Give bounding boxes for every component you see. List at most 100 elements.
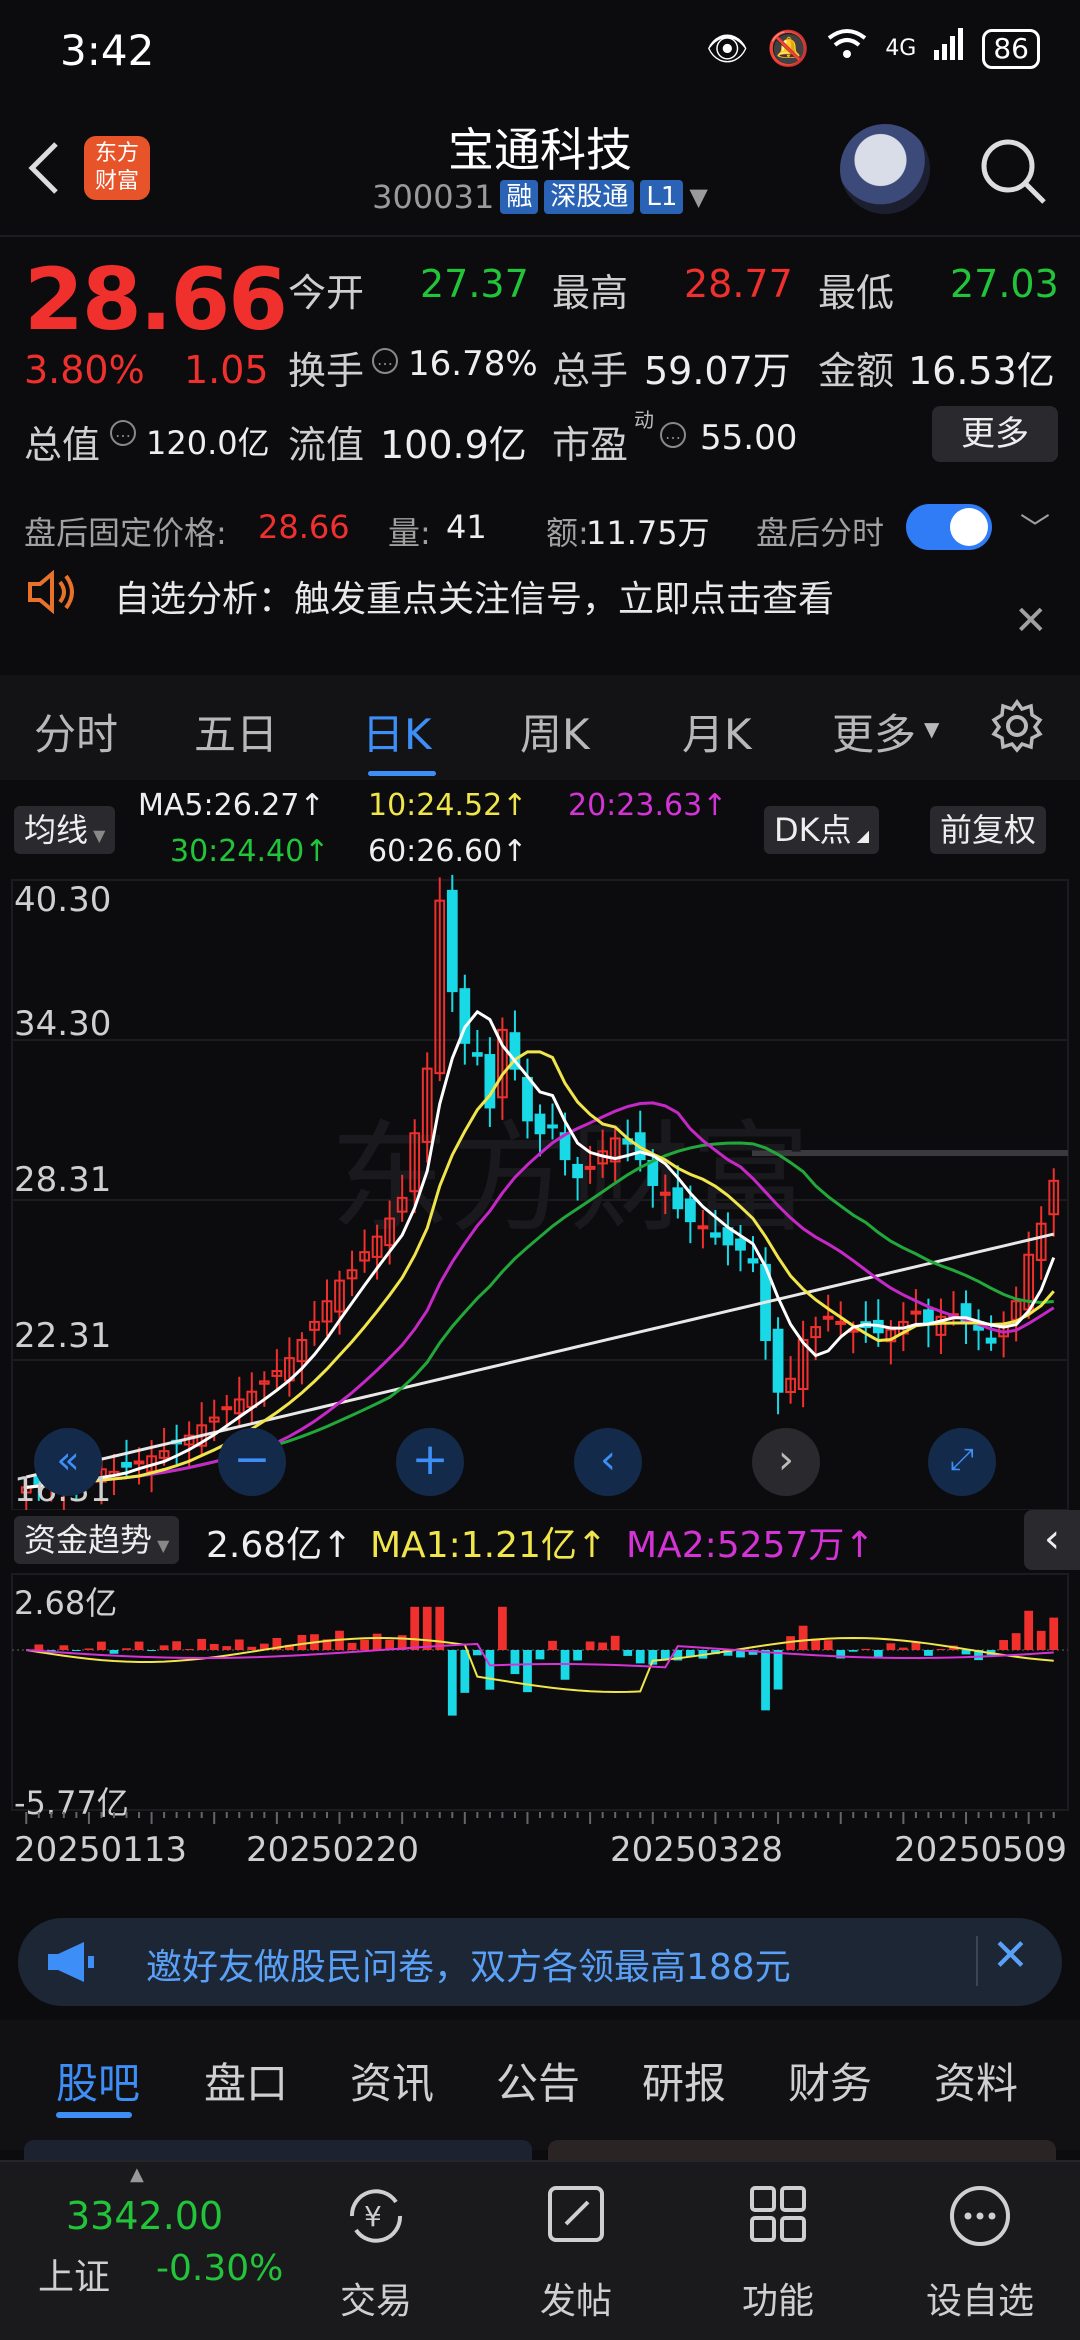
kline-chart[interactable]: 东方财富 [0, 870, 1080, 1510]
after-hours-toggle[interactable] [906, 504, 992, 550]
ma60-value: 60:26.60↑ [368, 834, 528, 869]
indicator-type-select[interactable]: 均线 ▼ [14, 806, 116, 854]
ma10-value: 10:24.52↑ [368, 788, 528, 823]
caret-down-icon: ▼ [924, 717, 940, 741]
mktcap-value: 120.0亿 [146, 424, 270, 462]
adjust-price-button[interactable]: 前复权 [930, 806, 1047, 854]
gear-icon[interactable] [990, 698, 1044, 757]
promo-banner[interactable]: 邀好友做股民问卷，双方各领最高188元 ✕ [18, 1918, 1062, 2006]
stock-code: 300031 [372, 178, 495, 216]
flow-bar [873, 1650, 883, 1657]
after-timeshare-label: 盘后分时 [756, 514, 885, 552]
scroll-left-icon[interactable]: ‹ [574, 1428, 642, 1496]
after-amt-label: 额: [546, 514, 589, 552]
index-widget[interactable]: ▲ 3342.00 上证 -0.30% [0, 2162, 290, 2340]
tab-monthly-k[interactable]: 月K [682, 701, 752, 762]
candle-body [710, 1232, 721, 1238]
flow-bar [435, 1606, 445, 1650]
flow-bar [623, 1650, 633, 1656]
tab-research[interactable]: 研报 [642, 2050, 726, 2111]
volume-value: 59.07万 [644, 349, 791, 393]
flow-bar [861, 1648, 871, 1650]
more-quote-button[interactable]: 更多 [932, 406, 1058, 462]
tab-profile[interactable]: 资料 [934, 2050, 1018, 2111]
rewind-icon[interactable]: « [34, 1428, 102, 1496]
flow-bar [222, 1646, 232, 1650]
info-icon[interactable]: … [372, 348, 398, 374]
network-label: 4G [885, 36, 917, 61]
float-label: 流值 [288, 423, 365, 467]
tab-announcements[interactable]: 公告 [496, 2050, 580, 2111]
flow-bar [924, 1650, 933, 1656]
chevron-down-icon[interactable]: ▼ [689, 183, 707, 211]
flow-bar [1011, 1633, 1021, 1650]
zoom-out-icon[interactable]: − [218, 1428, 286, 1496]
flow-bar [585, 1641, 595, 1650]
candle-body [547, 1124, 558, 1129]
float-value: 100.9亿 [380, 423, 527, 467]
flow-indicator-select[interactable]: 资金趋势 ▼ [14, 1516, 180, 1564]
candle-body [772, 1328, 784, 1393]
tab-weekly-k[interactable]: 周K [520, 701, 590, 762]
candle-body [572, 1163, 583, 1179]
date-tick-2: 20250220 [246, 1830, 420, 1870]
banner-text: 邀好友做股民问卷，双方各领最高188元 [146, 1947, 791, 1988]
close-icon[interactable]: ✕ [1014, 598, 1048, 644]
tab-guba[interactable]: 股吧 [56, 2050, 140, 2111]
candle-body [121, 1461, 132, 1468]
candle-body [647, 1159, 659, 1186]
tab-pankou[interactable]: 盘口 [204, 2050, 288, 2111]
tab-news[interactable]: 资讯 [350, 2050, 434, 2111]
grid-icon [750, 2186, 806, 2242]
tab-daily-k[interactable]: 日K [362, 701, 432, 762]
flow-bar [498, 1606, 507, 1650]
low-value: 27.03 [950, 262, 1059, 306]
candle-body [471, 1052, 483, 1057]
flow-bar [372, 1633, 382, 1650]
high-value: 28.77 [684, 262, 793, 306]
search-icon[interactable] [978, 136, 1048, 210]
status-bar: 3:42 👁 🔕 4G 86 [0, 0, 1080, 100]
after-price-label: 盘后固定价格: [24, 514, 227, 552]
flow-bar [247, 1646, 257, 1650]
flow-bar [886, 1643, 896, 1650]
tab-more[interactable]: 更多 [832, 701, 916, 762]
tab-financials[interactable]: 财务 [788, 2050, 872, 2111]
flow-bar [159, 1645, 169, 1650]
info-icon[interactable]: … [660, 422, 686, 448]
turnover-value: 16.78% [408, 344, 538, 384]
clock: 3:42 [60, 26, 155, 75]
flow-bar [460, 1650, 470, 1693]
tab-timeshare[interactable]: 分时 [34, 701, 118, 762]
tab-five-day[interactable]: 五日 [194, 701, 278, 762]
flow-ma2: MA2:5257万↑ [626, 1525, 875, 1566]
trade-icon: ¥ [349, 2189, 403, 2243]
flow-bar [447, 1650, 457, 1716]
assistant-avatar[interactable] [840, 124, 930, 214]
date-tick-1: 20250113 [14, 1830, 188, 1870]
scroll-right-icon[interactable]: › [752, 1428, 820, 1496]
fund-flow-chart[interactable] [0, 1572, 1080, 1812]
pe-label: 市盈 [552, 423, 629, 467]
flow-bar [936, 1648, 946, 1650]
y-tick-3: 28.31 [14, 1160, 112, 1200]
flow-bar [999, 1640, 1008, 1650]
zoom-in-icon[interactable]: + [396, 1428, 464, 1496]
y-tick-2: 34.30 [14, 1004, 112, 1044]
after-vol: 41 [446, 508, 487, 546]
candle-body [446, 889, 458, 993]
fullscreen-icon[interactable]: ⤢ [928, 1428, 996, 1496]
y-tick-top: 40.30 [14, 880, 112, 920]
bottom-nav: ▲ 3342.00 上证 -0.30% ¥ 交易 发帖 功能 设自选 [0, 2160, 1080, 2340]
collapse-panel-icon[interactable]: ‹ [1024, 1510, 1080, 1570]
svg-text:¥: ¥ [364, 2200, 382, 2233]
flow-bar [234, 1639, 244, 1650]
close-icon[interactable]: ✕ [992, 1930, 1029, 1981]
flow-bar [347, 1642, 357, 1650]
pe-superscript: 动 [634, 408, 654, 432]
info-icon[interactable]: … [110, 420, 136, 446]
dk-point-button[interactable]: DK点 ◢ [764, 806, 880, 854]
notice-bar[interactable]: 自选分析：触发重点关注信号，立即点击查看 ✕ [0, 556, 1080, 676]
chevron-down-icon[interactable]: ﹀ [1020, 504, 1050, 548]
tag-margin: 融 [500, 180, 539, 214]
